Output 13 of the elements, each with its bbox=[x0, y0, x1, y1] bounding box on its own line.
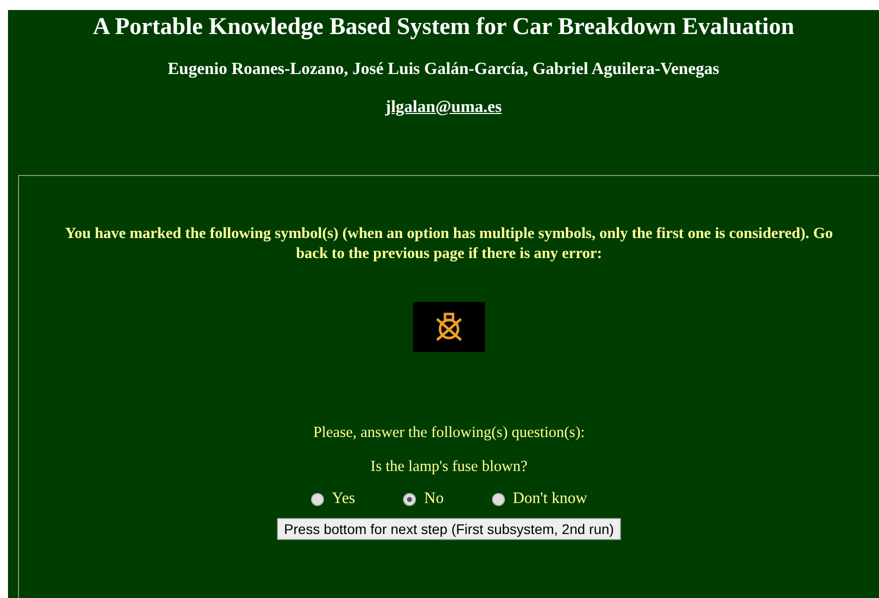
radio-button[interactable] bbox=[492, 492, 505, 506]
option-label: Don't know bbox=[512, 490, 588, 508]
notice-text: You have marked the following symbol(s) (when an option has multiple symbols, only the first one is considered). Go back to the previous page if there is any error: bbox=[64, 224, 834, 264]
email-link[interactable]: jlgalan@uma.es bbox=[385, 97, 502, 117]
radio-button[interactable] bbox=[310, 492, 324, 506]
radio-button[interactable] bbox=[403, 492, 416, 506]
page-title: A Portable Knowledge Based System for Car Breakdown Evaluation bbox=[92, 14, 794, 41]
authors: Eugenio Roanes-Lozano, José Luis Galán-García, Gabriel Aguilera-Venegas bbox=[168, 59, 720, 79]
option-label: Yes bbox=[332, 490, 356, 508]
prompt-text: Please, answer the following(s) question(s): bbox=[313, 424, 585, 442]
next-step-button[interactable]: Press bottom for next step (First subsystem, 2nd run) bbox=[277, 518, 621, 540]
option-label: No bbox=[424, 490, 444, 508]
question-text: Is the lamp's fuse blown? bbox=[370, 458, 528, 476]
